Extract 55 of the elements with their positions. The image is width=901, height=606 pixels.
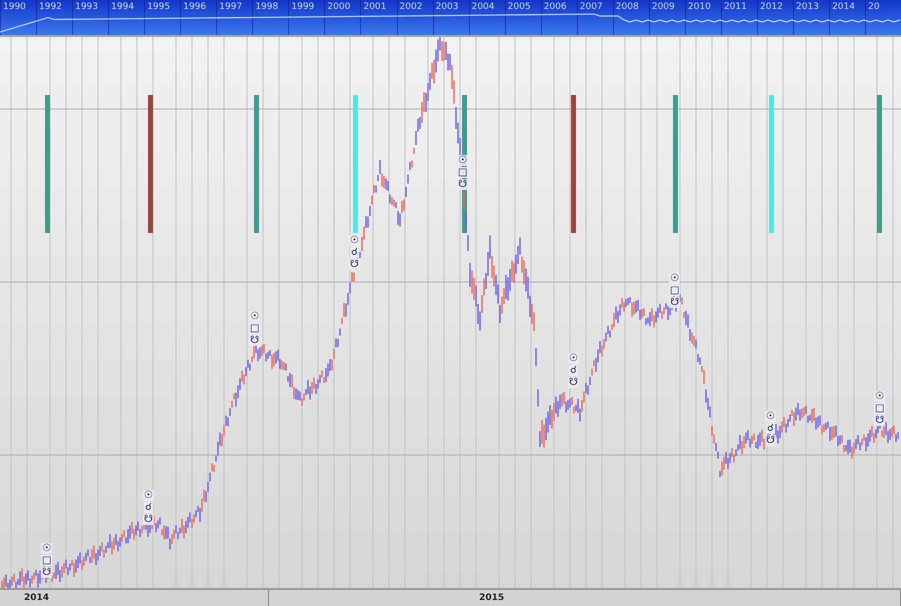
year-label: 2013: [796, 2, 819, 12]
year-label: 1995: [147, 2, 170, 12]
year-label: 1997: [219, 2, 242, 12]
astro-symbol: ☋: [669, 297, 680, 308]
year-label: 2004: [472, 2, 495, 12]
astro-symbol: ☋: [568, 377, 579, 388]
astro-symbol: ☋: [249, 335, 260, 346]
year-label: 2002: [400, 2, 422, 12]
astro-symbol: ☉: [669, 273, 680, 284]
astro-symbol: ☋: [143, 514, 154, 525]
year-label: 2001: [363, 2, 386, 12]
year-label: 2000: [327, 2, 350, 12]
axis-label: 2015: [479, 593, 504, 603]
astro-symbol: ☉: [143, 490, 154, 501]
year-label: 1993: [75, 2, 98, 12]
year-label: 2003: [436, 2, 458, 12]
astro-symbol: ☋: [349, 259, 360, 270]
astro-symbol: ☉: [765, 411, 776, 422]
astro-symbol: ☋: [874, 415, 886, 426]
year-label: 2007: [580, 2, 603, 12]
astro-symbol: □: [457, 167, 468, 178]
astro-symbol: □: [874, 403, 886, 414]
year-label: 2005: [508, 2, 531, 12]
astro-symbol: ☉: [349, 235, 360, 246]
year-label: 2010: [688, 2, 711, 12]
astro-symbol: ☌: [766, 423, 775, 434]
astro-symbol: □: [669, 285, 680, 296]
astro-symbol: □: [249, 323, 260, 334]
astro-symbol: □: [41, 555, 52, 566]
year-label: 2011: [724, 2, 747, 12]
astro-symbol: ☋: [457, 179, 468, 190]
astro-symbol: ☉: [874, 391, 886, 402]
year-label: 1994: [111, 2, 134, 12]
astro-symbol: ☉: [249, 311, 260, 322]
year-label: 1992: [39, 2, 62, 12]
year-label: 2008: [616, 2, 639, 12]
year-label: 2014: [832, 2, 855, 12]
axis-label: 2014: [24, 593, 50, 603]
astro-symbol: ☌: [144, 502, 153, 513]
astro-symbol: ☉: [568, 353, 579, 364]
astro-symbol: ☋: [41, 567, 52, 578]
astro-symbol: ☌: [569, 365, 578, 376]
year-label: 20: [868, 2, 880, 12]
astro-symbol: ☌: [350, 247, 359, 258]
year-label: 2009: [652, 2, 675, 12]
year-label: 1990: [3, 2, 26, 12]
year-label: 1996: [183, 2, 206, 12]
year-label: 1999: [291, 2, 314, 12]
year-label: 2012: [760, 2, 783, 12]
year-label: 2006: [544, 2, 567, 12]
overview-bar[interactable]: 1990 1992 1993 1994 1995 1996 1997 1998 1999 2000 2001 2002 2003 2004 2005 2006 2007 2008 2009 2010 2011 2012 2013 2014 20: [0, 0, 901, 37]
astro-symbol: ☋: [765, 435, 776, 446]
year-label: 1998: [255, 2, 278, 12]
astro-symbol: ☉: [41, 543, 52, 554]
astro-symbol: ☉: [457, 155, 468, 166]
